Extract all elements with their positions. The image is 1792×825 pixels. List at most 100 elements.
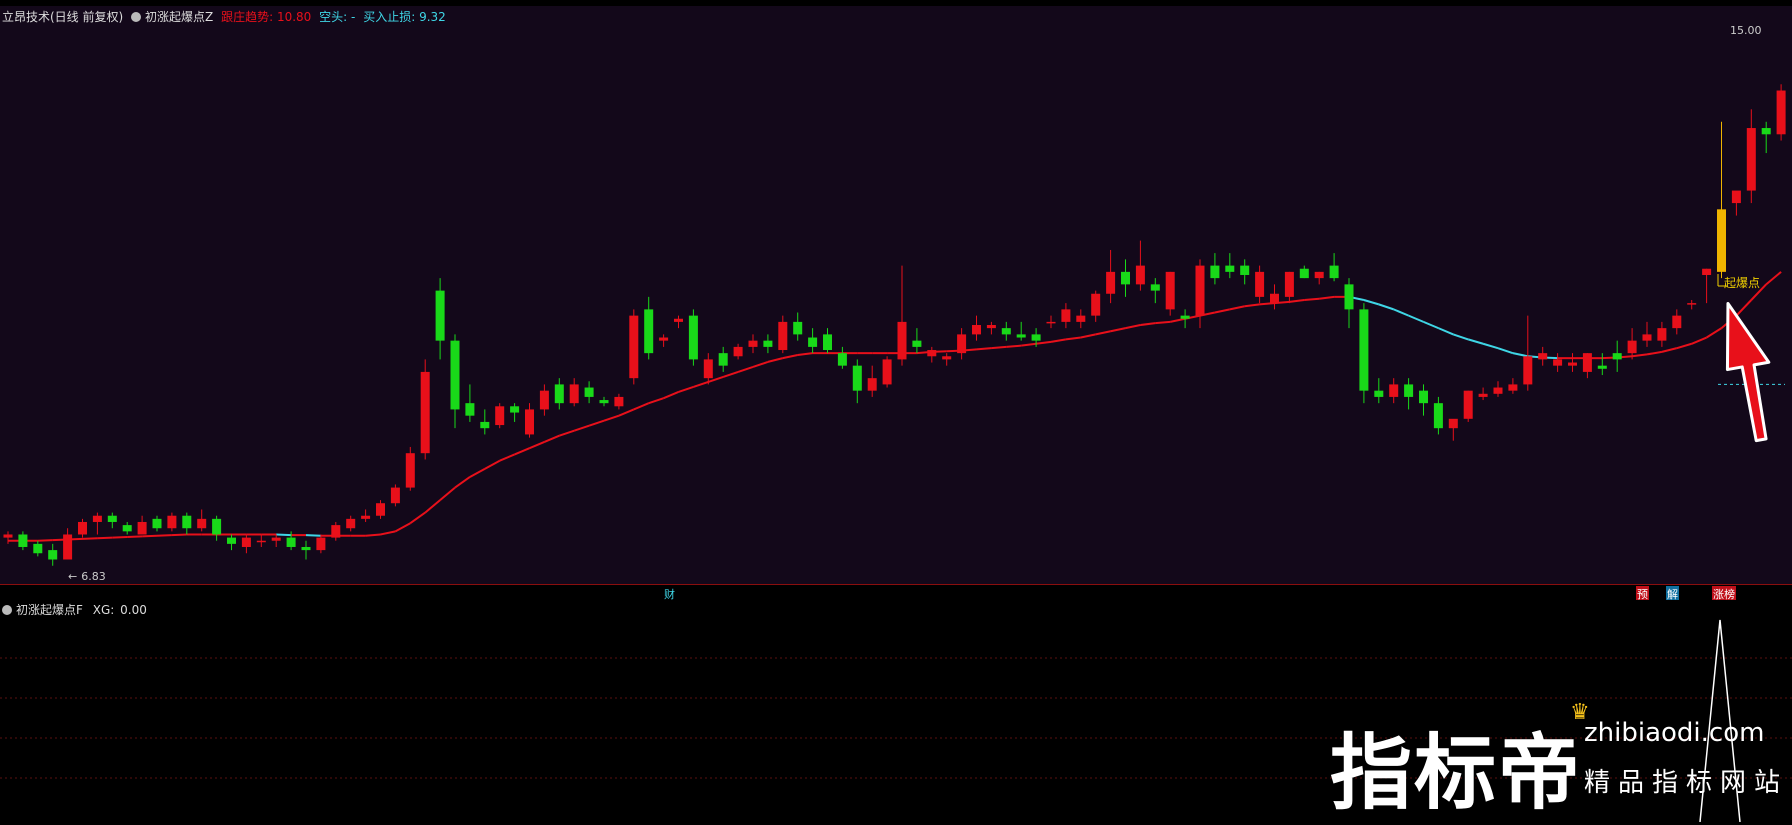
candle-body	[241, 537, 251, 547]
ma-line-segment	[1735, 299, 1753, 317]
short-value: -	[351, 10, 356, 24]
candle-body	[1448, 418, 1458, 429]
ma-line-segment	[1050, 338, 1067, 343]
panel-divider: 财 预 解 涨榜	[0, 584, 1792, 602]
ma-line-segment	[1438, 327, 1454, 336]
candle-body	[882, 359, 892, 385]
lower-indicator-name[interactable]: 初涨起爆点F	[16, 603, 83, 617]
candle-body	[823, 334, 832, 351]
ma-line-segment	[1259, 302, 1275, 306]
ma-line-segment	[722, 370, 739, 378]
ma-line-segment	[797, 352, 813, 357]
candle-body	[1746, 128, 1756, 191]
candle-body	[808, 337, 818, 347]
candle-body	[1597, 365, 1607, 369]
candle-body	[733, 346, 743, 357]
candle-body	[1121, 271, 1130, 285]
candle-body	[1106, 271, 1116, 294]
candle-body	[1776, 90, 1786, 135]
ma-line-segment	[663, 390, 679, 400]
candle-body	[376, 503, 385, 516]
candle-body	[1284, 271, 1294, 297]
candle-body	[420, 371, 430, 454]
candle-body	[301, 546, 311, 551]
candlestick-chart[interactable]	[0, 6, 1792, 584]
candle-body	[450, 340, 460, 410]
candle-body	[1001, 328, 1011, 335]
ma-line-segment	[1661, 347, 1678, 353]
candle-body	[1463, 390, 1473, 419]
ma-line-segment	[1393, 308, 1409, 317]
ma-line-segment	[633, 402, 650, 411]
chart-header: 立昂技术(日线 前复权) 初涨起爆点Z 跟庄趋势: 10.80 空头: - 买入…	[2, 8, 450, 25]
candle-body	[793, 321, 803, 335]
ma-line-segment	[618, 408, 635, 417]
candle-body	[1568, 362, 1577, 366]
ma-line-segment	[782, 354, 798, 360]
candle-body	[525, 409, 534, 435]
ma-line-segment	[484, 459, 501, 470]
indicator-toggle-icon[interactable]	[2, 605, 12, 615]
candle-body	[152, 518, 162, 529]
ma-line-segment	[1363, 299, 1380, 306]
ma-line-segment	[1289, 299, 1305, 303]
signal-arrow-icon	[1725, 301, 1771, 443]
ma-line-segment	[1691, 336, 1707, 345]
candle-body	[1404, 384, 1414, 397]
ma-line-segment	[767, 357, 784, 363]
candle-body	[465, 403, 475, 416]
indicator-header: 初涨起爆点F XG: 0.00	[2, 601, 151, 618]
ma-line-segment	[97, 536, 113, 540]
candle-body	[1731, 190, 1741, 204]
ma-line-segment	[752, 360, 769, 368]
ma-line-segment	[439, 486, 456, 501]
candle-body	[867, 378, 877, 391]
price-chart-panel[interactable]: 立昂技术(日线 前复权) 初涨起爆点Z 跟庄趋势: 10.80 空头: - 买入…	[0, 6, 1792, 584]
candle-body	[78, 521, 87, 535]
candle-body	[3, 534, 13, 538]
ma-line-segment	[1125, 324, 1141, 330]
candle-body	[852, 365, 862, 391]
ma-line-segment	[1319, 295, 1335, 300]
ma-line-segment	[1021, 342, 1037, 347]
candle-body	[1687, 303, 1697, 305]
ma-line-segment	[558, 429, 575, 437]
candle-body	[748, 340, 758, 347]
stop-value: 9.32	[419, 10, 446, 24]
candle-body	[1165, 271, 1175, 310]
ma-line-segment	[1706, 327, 1723, 339]
candle-body	[1493, 387, 1503, 394]
candle-body	[1419, 390, 1428, 404]
candle-body	[1255, 271, 1265, 297]
candle-body	[48, 550, 58, 560]
candle-body	[92, 515, 102, 522]
candle-body	[897, 321, 907, 360]
candle-body	[1031, 334, 1041, 341]
candle-body	[1717, 209, 1726, 272]
candle-body	[539, 390, 549, 410]
ma-line-segment	[648, 397, 664, 405]
watermark-slogan: 精品指标网站	[1584, 768, 1789, 798]
xg-value: 0.00	[120, 603, 147, 617]
price-high-label: 15.00	[1730, 24, 1762, 37]
candle-body	[18, 534, 28, 547]
ma-line-segment	[454, 476, 471, 489]
ma-line-segment	[380, 530, 396, 536]
ma-line-segment	[1408, 314, 1424, 323]
indicator-name[interactable]: 初涨起爆点Z	[145, 10, 213, 24]
ma-line-segment	[529, 441, 545, 450]
candle-body	[271, 537, 281, 541]
ma-line-segment	[1155, 320, 1171, 325]
candle-body	[137, 521, 147, 535]
ma-line-segment	[1080, 333, 1096, 339]
ma-line-segment	[1095, 330, 1111, 336]
ma-line-segment	[499, 453, 515, 462]
candle-body	[1523, 356, 1533, 385]
stock-title: 立昂技术(日线 前复权)	[2, 10, 124, 24]
settings-toggle-icon[interactable]	[131, 12, 142, 22]
candle-body	[1433, 403, 1443, 429]
ma-line-segment	[171, 533, 187, 537]
ma-line-segment	[1646, 350, 1663, 356]
candle-body	[554, 384, 564, 404]
candle-body	[197, 518, 207, 529]
